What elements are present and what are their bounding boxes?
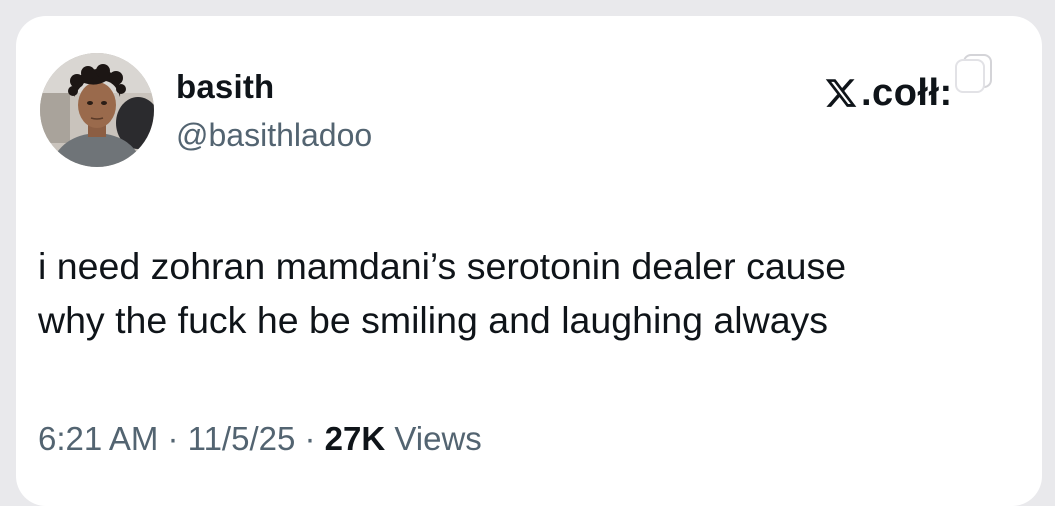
tweet-meta: 6:21 AM · 11/5/25 · 27K Views: [38, 420, 482, 458]
x-brand-watermark: .cołł:: [824, 70, 953, 116]
tweet-card[interactable]: basith @basithladoo .cołł: i need zohran…: [16, 16, 1042, 506]
author-display-name[interactable]: basith: [176, 68, 274, 106]
separator-dot: ·: [295, 420, 325, 457]
tweet-time[interactable]: 6:21 AM: [38, 420, 158, 457]
brand-text: .cołł:: [861, 71, 953, 114]
x-logo-icon: [825, 79, 857, 107]
tweet-text-line: i need zohran mamdani’s serotonin dealer…: [38, 245, 847, 287]
views-label: Views: [385, 420, 482, 457]
views-count[interactable]: 27K: [325, 420, 386, 457]
tweet-text: i need zohran mamdani’s serotonin dealer…: [38, 239, 1028, 347]
avatar[interactable]: [40, 53, 154, 167]
tweet-text-line: why the fuck he be smiling and laughing …: [38, 299, 829, 341]
copy-icon[interactable]: [953, 52, 995, 96]
tweet-date[interactable]: 11/5/25: [188, 420, 296, 457]
separator-dot: ·: [158, 420, 188, 457]
author-handle[interactable]: @basithladoo: [176, 117, 372, 154]
profile-photo-icon: [40, 53, 154, 167]
